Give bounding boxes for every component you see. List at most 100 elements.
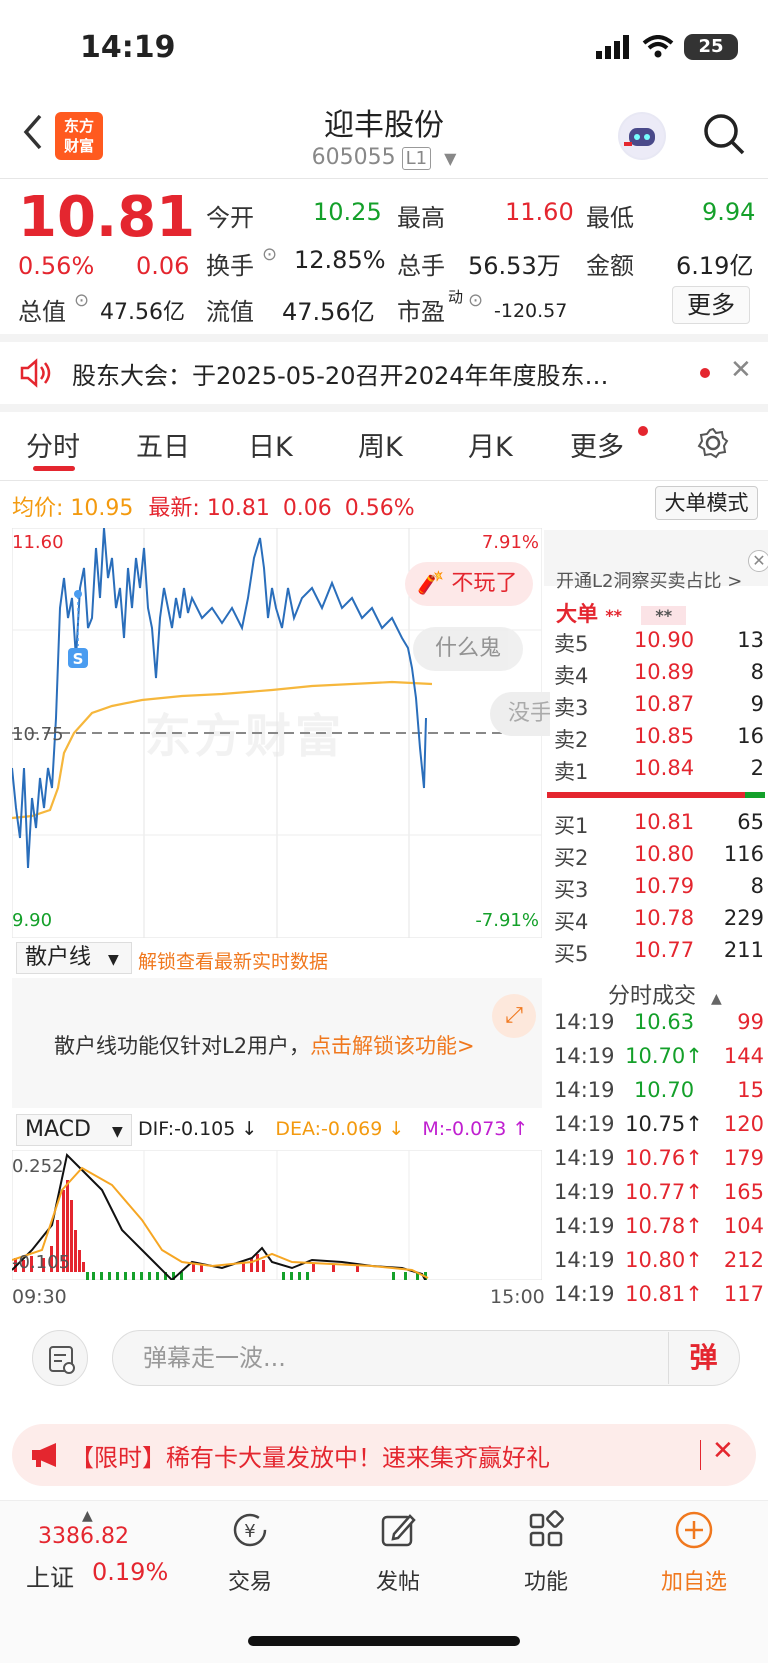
index-value[interactable]: 3386.82	[38, 1524, 129, 1549]
tab-daily-k[interactable]: 日K	[248, 425, 293, 464]
current-price: 10.81	[18, 185, 196, 250]
info-icon[interactable]: ⊙	[74, 290, 89, 311]
trade-row[interactable]: 14:19 10.76↑ 179	[554, 1146, 764, 1170]
trade-volume: 15	[737, 1078, 764, 1102]
turnover-label: 换手	[206, 252, 254, 280]
trade-time: 14:19	[554, 1146, 615, 1170]
more-quote-button[interactable]: 更多	[672, 286, 750, 324]
indicator-select[interactable]: MACD ▼	[16, 1114, 132, 1146]
sell-marker[interactable]: S	[73, 650, 84, 668]
nav-add-watchlist[interactable]: 加自选	[644, 1510, 744, 1596]
chart-info-bar: 均价: 10.95 最新: 10.81 0.06 0.56%	[12, 490, 415, 522]
dropdown-icon: ▼	[111, 1124, 123, 1140]
ask-volume: 8	[750, 660, 764, 684]
tab-five-day[interactable]: 五日	[136, 425, 190, 464]
trade-row[interactable]: 14:19 10.80↑ 212	[554, 1248, 764, 1272]
danmaku-bubble[interactable]: 🧨 不玩了	[405, 562, 534, 606]
nav-functions[interactable]: 功能	[496, 1510, 596, 1596]
bid-row[interactable]: 买3 10.79 8	[554, 874, 764, 904]
close-icon[interactable]: ✕	[712, 1436, 734, 1466]
status-icons: 25	[596, 34, 738, 60]
notice-text[interactable]: 股东大会：于2025-05-20召开2024年年度股东…	[72, 356, 662, 391]
trades-header[interactable]: 分时成交 ▲	[608, 978, 722, 1010]
pct-top-label: 7.91%	[482, 532, 539, 553]
ask-row[interactable]: 卖5 10.90 13	[554, 628, 764, 658]
bid-volume: 65	[737, 810, 764, 834]
trade-volume: 120	[723, 1112, 764, 1136]
tab-weekly-k[interactable]: 周K	[358, 425, 403, 464]
tab-monthly-k[interactable]: 月K	[468, 425, 513, 464]
ask-price: 10.90	[633, 628, 695, 652]
tab-intraday[interactable]: 分时	[26, 425, 80, 464]
search-icon[interactable]	[702, 112, 746, 156]
megaphone-icon	[32, 1443, 56, 1467]
info-icon[interactable]: ⊙	[468, 290, 483, 311]
promo-text[interactable]: 【限时】稀有卡大量发放中！速来集齐赢好礼	[70, 1438, 550, 1473]
firecracker-icon: 🧨	[417, 571, 445, 596]
expand-icon[interactable]: ⤢	[492, 994, 536, 1038]
retail-unlock-button[interactable]: 点击解锁该功能>	[310, 1034, 475, 1058]
macd-chart[interactable]: 0.252 -0.105	[12, 1150, 542, 1280]
big-order-label: 大单	[556, 602, 598, 626]
trade-row[interactable]: 14:19 10.81↑ 117	[554, 1282, 764, 1306]
danmaku-settings-icon[interactable]	[32, 1330, 88, 1386]
nav-trade[interactable]: ¥ 交易	[200, 1510, 300, 1596]
ask-row[interactable]: 卖2 10.85 16	[554, 724, 764, 754]
home-indicator	[248, 1636, 520, 1646]
avg-value: 10.95	[70, 496, 134, 521]
retail-unlock-link[interactable]: 解锁查看最新实时数据	[138, 947, 328, 974]
danmaku-send-button[interactable]: 弹	[668, 1332, 738, 1384]
change-pct: 0.56%	[18, 252, 95, 280]
plus-circle-icon	[675, 1511, 713, 1549]
trade-row[interactable]: 14:19 10.63 99	[554, 1010, 764, 1034]
trade-volume: 99	[737, 1010, 764, 1034]
bid-row[interactable]: 买2 10.80 116	[554, 842, 764, 872]
danmaku-input[interactable]: 弹幕走一波...	[112, 1330, 740, 1386]
trade-volume: 117	[723, 1282, 764, 1306]
high-value: 11.60	[505, 198, 574, 226]
trade-row[interactable]: 14:19 10.77↑ 165	[554, 1180, 764, 1204]
l2-promo-text[interactable]: 开通L2洞察买卖占比 >	[556, 567, 742, 593]
retail-line-select[interactable]: 散户线 ▼	[16, 942, 132, 974]
trade-row[interactable]: 14:19 10.70 15	[554, 1078, 764, 1102]
bid-row[interactable]: 买1 10.81 65	[554, 810, 764, 840]
trade-icon: ¥	[233, 1513, 267, 1547]
bid-volume: 211	[723, 938, 764, 962]
trade-volume: 144	[723, 1044, 764, 1068]
dif-value: DIF:-0.105 ↓	[138, 1118, 258, 1140]
bid-row[interactable]: 买5 10.77 211	[554, 938, 764, 968]
settings-gear-icon[interactable]	[696, 426, 730, 460]
tab-more[interactable]: 更多	[570, 425, 624, 464]
trade-row[interactable]: 14:19 10.70↑ 144	[554, 1044, 764, 1068]
expand-up-icon[interactable]: ▲	[82, 1508, 93, 1524]
danmaku-bubble[interactable]: 什么鬼	[413, 627, 524, 671]
notice-dot	[700, 368, 710, 378]
ask-price: 10.89	[633, 660, 695, 684]
nav-post[interactable]: 发帖	[348, 1510, 448, 1596]
ask-row[interactable]: 卖4 10.89 8	[554, 660, 764, 690]
trade-row[interactable]: 14:19 10.78↑ 104	[554, 1214, 764, 1238]
ask-row[interactable]: 卖1 10.84 2	[554, 756, 764, 786]
danmaku-bubble[interactable]: 没手	[490, 692, 550, 736]
tab-more-dot	[638, 426, 648, 436]
bid-price: 10.77	[633, 938, 695, 962]
info-icon[interactable]: ⊙	[262, 244, 277, 265]
ask-volume: 2	[750, 756, 764, 780]
bid-row[interactable]: 买4 10.78 229	[554, 906, 764, 936]
ask-label: 卖2	[554, 728, 589, 752]
price-line	[12, 528, 427, 869]
ask-label: 卖3	[554, 696, 589, 720]
index-name[interactable]: 上证	[26, 1558, 74, 1593]
stock-code: 605055	[311, 145, 396, 170]
y-mid-label: 10.75	[12, 724, 64, 745]
big-order-mode-button[interactable]: 大单模式	[655, 486, 758, 520]
close-icon[interactable]: ✕	[730, 355, 752, 385]
trade-volume: 179	[723, 1146, 764, 1170]
index-pct[interactable]: 0.19%	[92, 1558, 168, 1586]
trade-row[interactable]: 14:19 10.75↑ 120	[554, 1112, 764, 1136]
assistant-robot-icon[interactable]	[618, 112, 666, 160]
ask-label: 卖5	[554, 632, 589, 656]
close-icon[interactable]: ✕	[748, 550, 768, 572]
ask-row[interactable]: 卖3 10.87 9	[554, 692, 764, 722]
trade-time: 14:19	[554, 1282, 615, 1306]
